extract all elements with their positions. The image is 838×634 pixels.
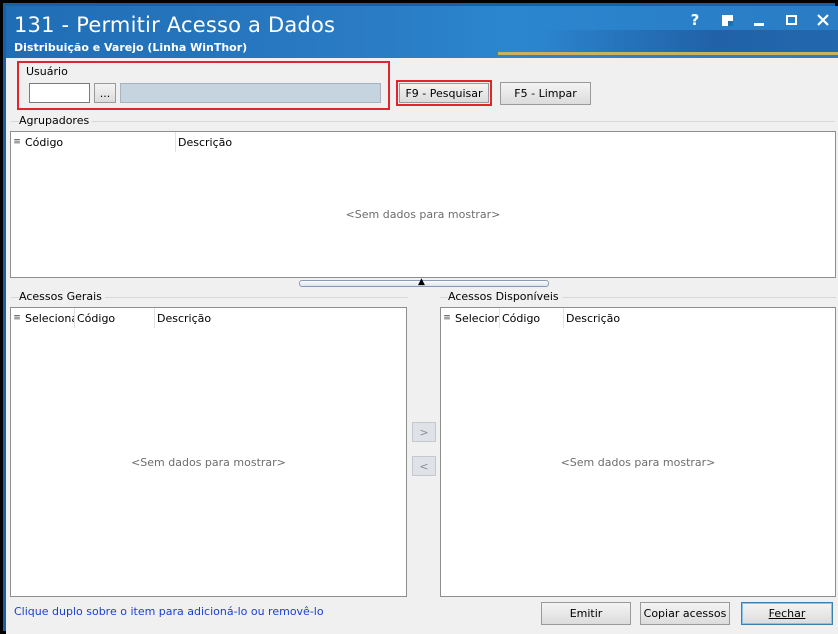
column-chooser-icon[interactable]: ≡ (11, 308, 23, 328)
chevron-up-icon: ▲ (418, 277, 425, 287)
window-controls: ? (688, 11, 830, 29)
close-icon (817, 14, 829, 26)
column-header-selecionado[interactable]: Selecionado (453, 308, 500, 328)
app-window: 131 - Permitir Acesso a Dados Distribuiç… (0, 0, 838, 634)
column-header-descricao[interactable]: Descrição (564, 308, 684, 328)
user-code-input[interactable] (29, 83, 90, 103)
search-button[interactable]: F9 - Pesquisar (399, 83, 489, 103)
acessos-disponiveis-title: Acessos Disponíveis (448, 290, 562, 303)
agrupadores-header: ≡ Código Descrição (11, 132, 835, 152)
column-header-descricao[interactable]: Descrição (155, 308, 275, 328)
window-title: 131 - Permitir Acesso a Dados (14, 13, 336, 37)
user-label: Usuário (26, 65, 68, 78)
add-access-button[interactable]: > (412, 422, 436, 442)
help-button[interactable]: ? (688, 11, 702, 29)
splitter-handle[interactable]: ▲ (299, 277, 549, 287)
remove-access-button[interactable]: < (412, 456, 436, 476)
column-header-codigo[interactable]: Código (75, 308, 155, 328)
maximize-button[interactable] (784, 12, 798, 28)
window-subtitle: Distribuição e Varejo (Linha WinThor) (14, 41, 248, 54)
column-header-selecionado[interactable]: Selecionado (23, 308, 75, 328)
emit-button[interactable]: Emitir (541, 602, 631, 625)
acessos-disponiveis-empty: <Sem dados para mostrar> (560, 456, 716, 469)
title-bar: 131 - Permitir Acesso a Dados Distribuiç… (6, 6, 838, 58)
column-chooser-icon[interactable]: ≡ (11, 132, 23, 152)
acessos-gerais-grid[interactable]: ≡ Selecionado Código Descrição <Sem dado… (10, 307, 407, 597)
user-lookup-button[interactable]: ... (94, 83, 116, 103)
hint-text: Clique duplo sobre o item para adicioná-… (14, 605, 324, 618)
close-button[interactable] (816, 12, 830, 28)
acessos-disponiveis-header: ≡ Selecionado Código Descrição (441, 308, 835, 328)
restore-icon[interactable] (720, 12, 734, 28)
agrupadores-grid[interactable]: ≡ Código Descrição <Sem dados para mostr… (10, 131, 836, 278)
acessos-gerais-title: Acessos Gerais (19, 290, 105, 303)
user-name-field (120, 83, 381, 103)
agrupadores-empty: <Sem dados para mostrar> (345, 208, 501, 221)
client-area: Usuário ... F9 - Pesquisar F5 - Limpar A… (6, 58, 838, 634)
minimize-button[interactable] (752, 12, 766, 28)
clear-button[interactable]: F5 - Limpar (500, 82, 591, 105)
copy-access-button[interactable]: Copiar acessos (640, 602, 730, 625)
column-header-codigo[interactable]: Código (23, 132, 176, 152)
column-header-codigo[interactable]: Código (500, 308, 564, 328)
acessos-gerais-header: ≡ Selecionado Código Descrição (11, 308, 406, 328)
close-window-button[interactable]: Fechar (741, 602, 833, 625)
acessos-disponiveis-grid[interactable]: ≡ Selecionado Código Descrição <Sem dado… (440, 307, 836, 597)
agrupadores-title: Agrupadores (19, 114, 93, 127)
acessos-gerais-empty: <Sem dados para mostrar> (131, 456, 286, 469)
column-chooser-icon[interactable]: ≡ (441, 308, 453, 328)
column-header-descricao[interactable]: Descrição (176, 132, 376, 152)
